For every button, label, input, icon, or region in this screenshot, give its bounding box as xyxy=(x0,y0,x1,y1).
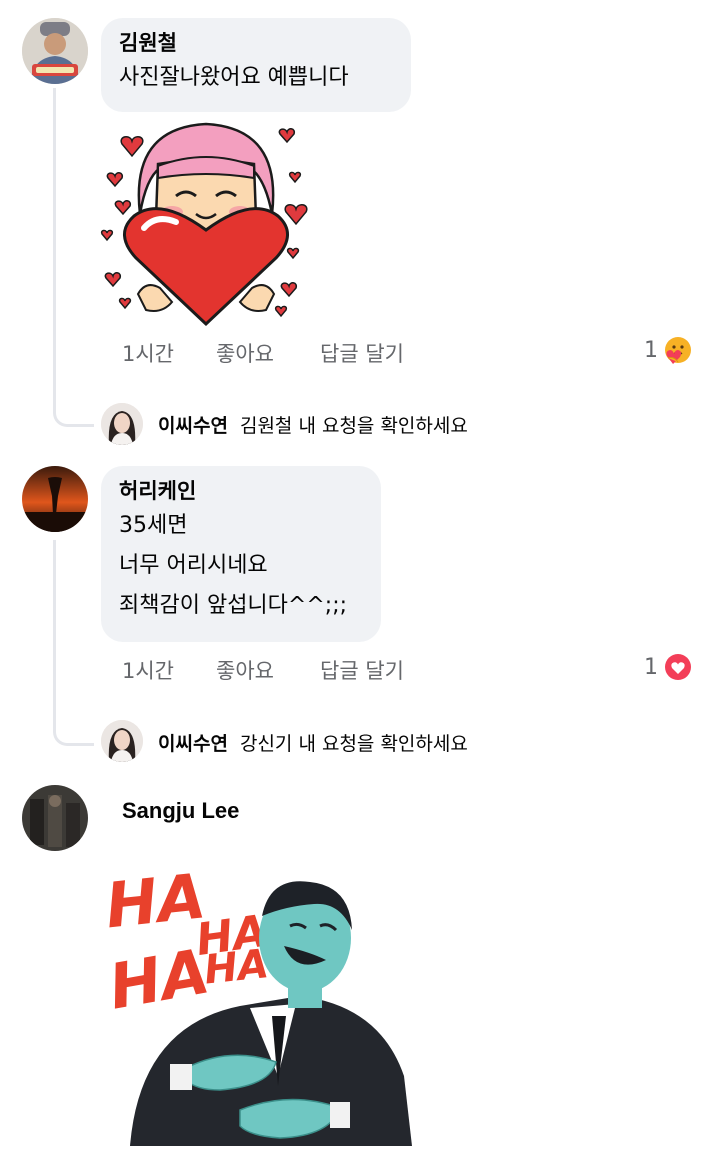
reply-author: 이씨수연 xyxy=(158,415,228,437)
haha-text: HA xyxy=(102,859,209,942)
reply-button[interactable]: 답글 달기 xyxy=(320,338,404,368)
reply-preview[interactable]: 이씨수연 강신기 내 요청을 확인하세요 xyxy=(158,729,468,756)
comment-time[interactable]: 1시간 xyxy=(122,655,174,685)
thread-curve xyxy=(53,700,94,746)
comment-text-line: 너무 어리시네요 xyxy=(119,553,268,578)
haha-laughing-man-sticker[interactable]: HA HA HA HA xyxy=(100,846,420,1156)
heart-girl-sticker[interactable] xyxy=(100,118,312,328)
reply-preview[interactable]: 이씨수연 김원철 내 요청을 확인하세요 xyxy=(158,411,468,438)
like-button[interactable]: 좋아요 xyxy=(216,655,274,685)
reply-text: 김원철 내 요청을 확인하세요 xyxy=(239,415,468,437)
comment-time[interactable]: 1시간 xyxy=(122,338,174,368)
comment-text-line: 35세면 xyxy=(119,513,188,538)
comment-bubble: 김원철 사진잘나왔어요 예쁩니다 xyxy=(101,18,411,112)
reaction-count: 1 xyxy=(644,655,658,680)
reaction-count: 1 xyxy=(644,338,658,363)
avatar[interactable] xyxy=(22,466,88,532)
avatar[interactable] xyxy=(22,785,88,851)
comment-author[interactable]: 허리케인 xyxy=(119,476,363,506)
comment-text: 사진잘나왔어요 예쁩니다 xyxy=(119,65,349,90)
reaction-summary[interactable]: 1 xyxy=(644,336,696,368)
love-heart-icon xyxy=(664,653,692,681)
comment-author[interactable]: 김원철 xyxy=(119,28,393,58)
reply-avatar[interactable] xyxy=(101,720,143,762)
care-emoji-icon xyxy=(664,336,692,364)
like-button[interactable]: 좋아요 xyxy=(216,338,274,368)
reply-avatar[interactable] xyxy=(101,403,143,445)
reply-text: 강신기 내 요청을 확인하세요 xyxy=(239,733,468,755)
reaction-summary[interactable]: 1 xyxy=(644,653,696,685)
avatar[interactable] xyxy=(22,18,88,84)
comment-text-line: 죄책감이 앞섭니다^^;;; xyxy=(119,593,348,618)
reply-button[interactable]: 답글 달기 xyxy=(320,655,404,685)
comment-actions: 1시간 좋아요 답글 달기 xyxy=(0,655,714,685)
comment-bubble: 허리케인 35세면 너무 어리시네요 죄책감이 앞섭니다^^;;; xyxy=(101,466,381,642)
reply-author: 이씨수연 xyxy=(158,733,228,755)
comment-actions: 1시간 좋아요 답글 달기 xyxy=(0,338,714,368)
thread-curve xyxy=(53,380,94,427)
comment-author[interactable]: Sangju Lee xyxy=(122,796,239,826)
